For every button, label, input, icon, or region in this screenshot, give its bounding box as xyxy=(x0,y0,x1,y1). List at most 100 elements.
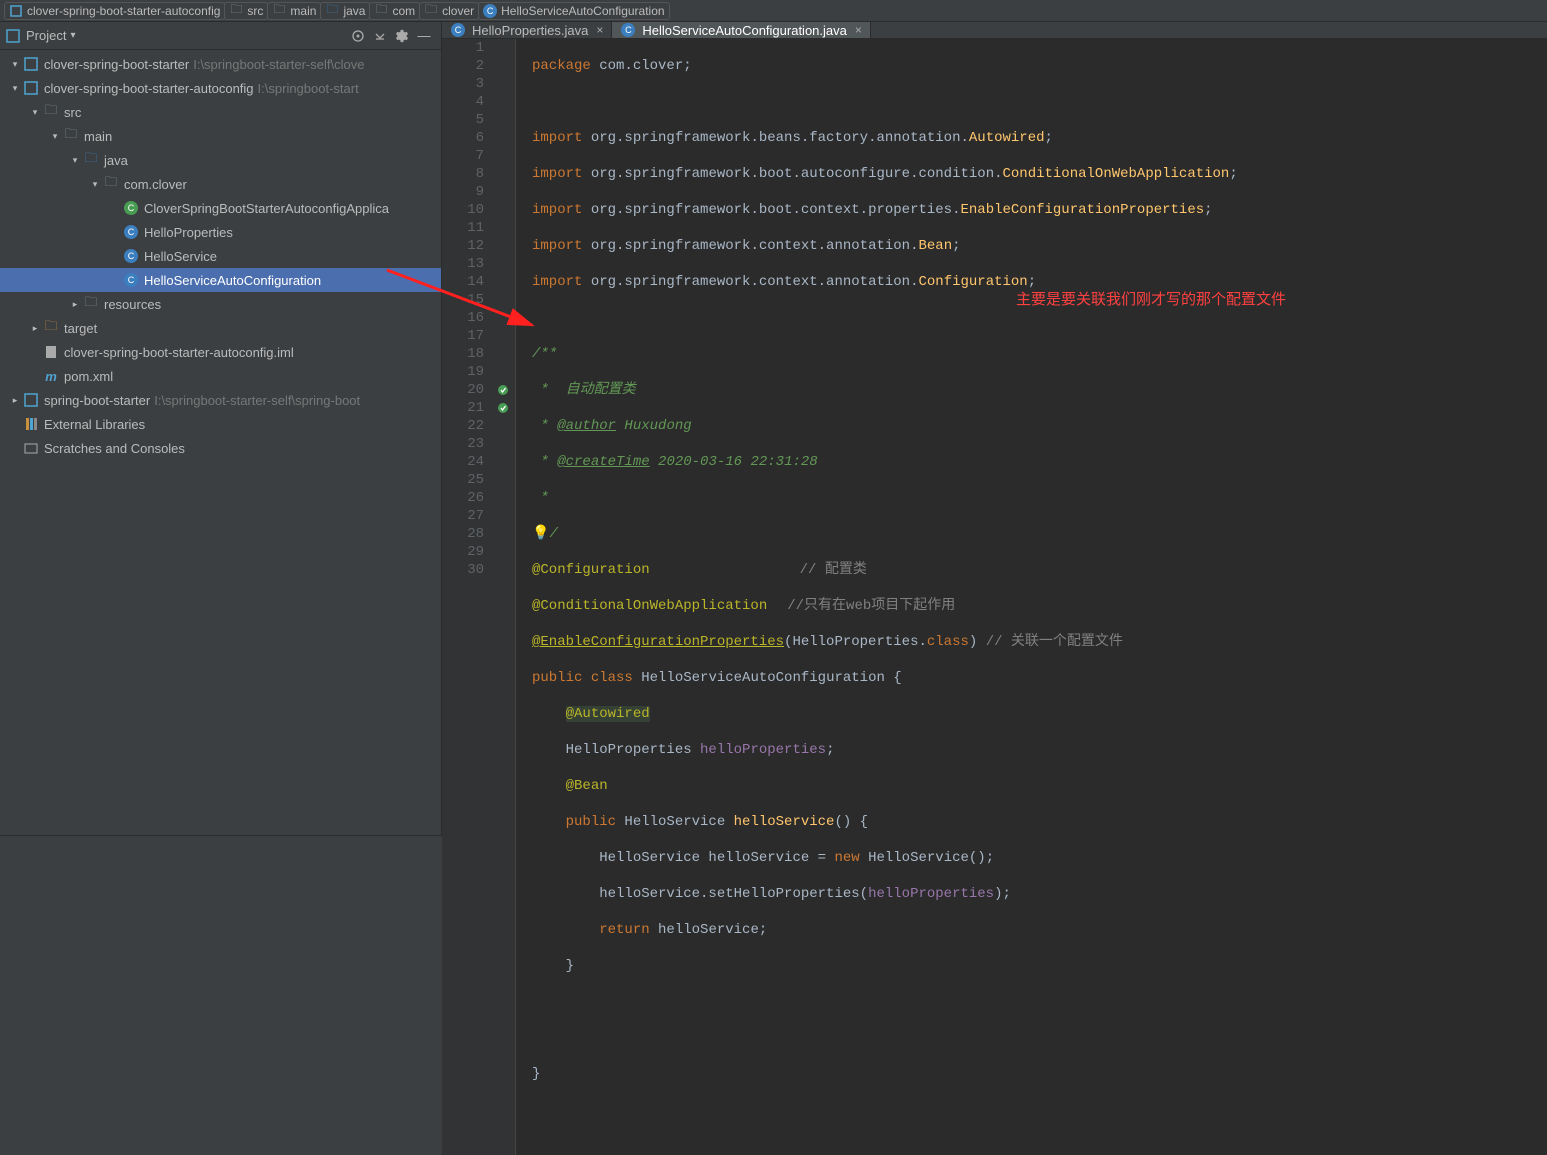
tree-item-label: HelloProperties xyxy=(144,225,233,240)
tree-item[interactable]: ▾clover-spring-boot-starter-autoconfigI:… xyxy=(0,76,441,100)
chevron-icon[interactable]: ▸ xyxy=(68,299,82,310)
crumb-src[interactable]: 🗀 src xyxy=(224,2,268,20)
tree-item[interactable]: ▾🗀 src xyxy=(0,100,441,124)
folder-icon: 🗀 xyxy=(62,128,80,144)
tree-item[interactable]: ▸🗀 target xyxy=(0,316,441,340)
tab-label: HelloProperties.java xyxy=(472,23,588,38)
tree-item[interactable]: C HelloProperties xyxy=(0,220,441,244)
chevron-icon[interactable]: ▾ xyxy=(68,155,82,166)
crumb-label: com xyxy=(392,4,415,18)
tree-item[interactable]: clover-spring-boot-starter-autoconfig.im… xyxy=(0,340,441,364)
tree-item-label: External Libraries xyxy=(44,417,145,432)
editor-area: C HelloProperties.java × C HelloServiceA… xyxy=(442,22,1547,835)
locate-icon[interactable] xyxy=(347,25,369,47)
tab-label: HelloServiceAutoConfiguration.java xyxy=(642,23,847,38)
tree-item-label: spring-boot-starter xyxy=(44,393,150,408)
class-icon: C xyxy=(122,248,140,264)
chevron-icon[interactable]: ▾ xyxy=(8,59,22,70)
folder-blue-icon: 🗀 xyxy=(82,152,100,168)
code-content[interactable]: package com.clover; import org.springfra… xyxy=(516,39,1547,1155)
crumb-label: src xyxy=(247,4,263,18)
class-run-icon: C xyxy=(122,200,140,216)
tree-item[interactable]: C HelloServiceAutoConfiguration xyxy=(0,268,441,292)
tab-helloproperties[interactable]: C HelloProperties.java × xyxy=(442,22,612,38)
folder-orange-icon: 🗀 xyxy=(42,320,60,336)
crumb-label: java xyxy=(343,4,365,18)
project-tree: ▾ clover-spring-boot-starter I:\springboot… xyxy=(0,50,441,835)
crumb-class[interactable]: C HelloServiceAutoConfiguration xyxy=(478,2,669,20)
class-icon: C xyxy=(122,224,140,240)
class-icon: C xyxy=(483,4,497,18)
folder-res-icon: 🗀 xyxy=(82,296,100,312)
hide-icon[interactable]: — xyxy=(413,25,435,47)
annotation-red: 主要是要关联我们刚才写的那个配置文件 xyxy=(1016,291,1286,309)
tree-item-path: I:\springboot-starter-self\spring-boot xyxy=(154,393,360,408)
class-icon: C xyxy=(620,22,636,38)
tree-item-path: I:\springboot-start xyxy=(258,81,359,96)
project-panel-title: Project xyxy=(26,28,66,43)
crumb-java[interactable]: 🗀java xyxy=(320,2,370,20)
line-numbers-gutter: 1234567891011121314151617181920212223242… xyxy=(442,39,490,1155)
chevron-icon[interactable]: ▸ xyxy=(8,395,22,406)
class-icon: C xyxy=(450,22,466,38)
crumb-main[interactable]: 🗀 main xyxy=(267,2,321,20)
project-panel-header: Project ▾ — xyxy=(0,22,441,50)
tree-item-label: Scratches and Consoles xyxy=(44,441,185,456)
tree-item-label: resources xyxy=(104,297,161,312)
folder-icon: 🗀 xyxy=(272,4,286,18)
tree-item-label: target xyxy=(64,321,97,336)
chevron-icon[interactable]: ▾ xyxy=(48,131,62,142)
crumb-label: clover xyxy=(442,4,474,18)
chevron-icon[interactable]: ▸ xyxy=(28,323,42,334)
tree-item[interactable]: Scratches and Consoles xyxy=(0,436,441,460)
chevron-down-icon[interactable]: ▾ xyxy=(70,30,75,41)
tree-item[interactable]: ▾🗀 java xyxy=(0,148,441,172)
chevron-icon[interactable]: ▾ xyxy=(88,179,102,190)
crumb-clover[interactable]: 🗀 clover xyxy=(419,2,479,20)
crumb-label: main xyxy=(290,4,316,18)
project-icon xyxy=(6,29,20,43)
tree-item-label: src xyxy=(64,105,81,120)
tree-item[interactable]: ▾clover-spring-boot-starterI:\springboot… xyxy=(0,52,441,76)
chevron-icon[interactable]: ▾ xyxy=(8,83,22,94)
folder-icon: 🗀 xyxy=(42,104,60,120)
tree-item[interactable]: m pom.xml xyxy=(0,364,441,388)
module-icon xyxy=(9,4,23,18)
package-icon: 🗀 xyxy=(102,176,120,192)
folder-icon: 🗀 xyxy=(229,4,243,18)
editor-tabs: C HelloProperties.java × C HelloServiceA… xyxy=(442,22,1547,39)
chevron-icon[interactable]: ▾ xyxy=(28,107,42,118)
tree-item[interactable]: ▸🗀 resources xyxy=(0,292,441,316)
tab-helloserviceautoconfiguration[interactable]: C HelloServiceAutoConfiguration.java × xyxy=(612,22,871,38)
code-editor[interactable]: 1234567891011121314151617181920212223242… xyxy=(442,39,1547,1155)
folder-icon: 🗀 xyxy=(424,4,438,18)
class-icon: C xyxy=(122,272,140,288)
close-icon[interactable]: × xyxy=(596,23,603,37)
tree-item-label: com.clover xyxy=(124,177,187,192)
close-icon[interactable]: × xyxy=(855,23,862,37)
crumb-label: HelloServiceAutoConfiguration xyxy=(501,4,664,18)
iml-icon xyxy=(42,344,60,360)
module-icon xyxy=(22,56,40,72)
module-icon xyxy=(22,392,40,408)
crumb-module[interactable]: clover-spring-boot-starter-autoconfig xyxy=(4,2,225,20)
gear-icon[interactable] xyxy=(391,25,413,47)
tree-item-label: clover-spring-boot-starter-autoconfig.im… xyxy=(64,345,294,360)
tree-item-label: clover-spring-boot-starter xyxy=(44,57,189,72)
tree-item[interactable]: External Libraries xyxy=(0,412,441,436)
tree-item[interactable]: ▾🗀 main xyxy=(0,124,441,148)
tree-item-label: java xyxy=(104,153,128,168)
maven-icon: m xyxy=(42,368,60,384)
lib-icon xyxy=(22,416,40,432)
tree-item-label: CloverSpringBootStarterAutoconfigApplica xyxy=(144,201,389,216)
crumb-com[interactable]: 🗀com xyxy=(369,2,420,20)
tree-item[interactable]: C HelloService xyxy=(0,244,441,268)
tree-item-label: main xyxy=(84,129,112,144)
tree-item[interactable]: ▸ spring-boot-starter I:\springboot-starte… xyxy=(0,388,441,412)
tree-item-label: HelloService xyxy=(144,249,217,264)
expand-all-icon[interactable] xyxy=(369,25,391,47)
tree-item[interactable]: ▾🗀 com.clover xyxy=(0,172,441,196)
tree-item[interactable]: C CloverSpringBootStarterAutoconfigApplic… xyxy=(0,196,441,220)
tree-item-label: HelloServiceAutoConfiguration xyxy=(144,273,321,288)
tree-item-label: pom.xml xyxy=(64,369,113,384)
